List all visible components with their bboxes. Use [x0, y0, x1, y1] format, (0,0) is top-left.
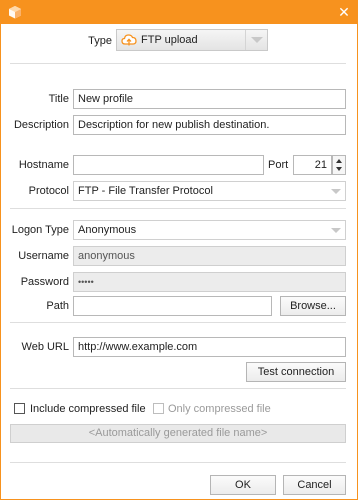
- type-select[interactable]: FTP upload: [116, 29, 268, 51]
- cloud-upload-icon: [121, 34, 137, 46]
- protocol-label: Protocol: [28, 185, 69, 197]
- separator: [10, 208, 346, 209]
- path-input[interactable]: [73, 296, 272, 316]
- title-input[interactable]: New profile: [73, 89, 346, 109]
- box-logo-icon: [9, 6, 21, 19]
- username-label: Username: [18, 250, 69, 262]
- include-compressed-label[interactable]: Include compressed file: [30, 403, 146, 415]
- path-label: Path: [46, 300, 69, 312]
- chevron-down-icon: [331, 228, 341, 233]
- cancel-button[interactable]: Cancel: [283, 475, 346, 495]
- hostname-label: Hostname: [18, 159, 69, 171]
- description-label: Description: [13, 119, 69, 131]
- description-input[interactable]: Description for new publish destination.: [73, 115, 346, 135]
- browse-button[interactable]: Browse...: [280, 296, 346, 316]
- close-button[interactable]: ✕: [334, 2, 354, 22]
- type-dropdown-button[interactable]: [245, 30, 267, 50]
- title-label: Title: [48, 93, 69, 105]
- title-bar: ✕: [0, 0, 358, 24]
- password-input[interactable]: •••••: [73, 272, 346, 292]
- hostname-input[interactable]: [73, 155, 264, 175]
- close-icon: ✕: [338, 4, 350, 20]
- username-input[interactable]: anonymous: [73, 246, 346, 266]
- ok-button[interactable]: OK: [210, 475, 276, 495]
- only-compressed-checkbox: [153, 403, 164, 414]
- logon-type-value: Anonymous: [78, 224, 137, 236]
- separator: [10, 462, 346, 463]
- stepper-down-icon[interactable]: [336, 167, 342, 171]
- stepper-up-icon[interactable]: [336, 159, 342, 163]
- test-connection-button[interactable]: Test connection: [246, 362, 346, 382]
- logon-type-label: Logon Type: [11, 224, 69, 236]
- logon-type-select[interactable]: Anonymous: [73, 220, 346, 240]
- password-label: Password: [20, 276, 69, 288]
- port-input[interactable]: 21: [293, 155, 332, 175]
- protocol-value: FTP - File Transfer Protocol: [78, 185, 213, 197]
- compressed-filename-input: <Automatically generated file name>: [10, 424, 346, 443]
- protocol-select[interactable]: FTP - File Transfer Protocol: [73, 181, 346, 201]
- chevron-down-icon: [251, 37, 263, 43]
- web-url-label: Web URL: [21, 341, 69, 353]
- port-stepper[interactable]: [332, 155, 346, 175]
- window-border-left: [0, 24, 1, 500]
- port-label: Port: [268, 159, 289, 171]
- type-value: FTP upload: [141, 34, 198, 46]
- include-compressed-checkbox[interactable]: [14, 403, 25, 414]
- web-url-input[interactable]: http://www.example.com: [73, 337, 346, 357]
- chevron-down-icon: [331, 189, 341, 194]
- separator: [10, 388, 346, 389]
- separator: [10, 322, 346, 323]
- separator: [10, 63, 346, 64]
- type-label: Type: [88, 35, 112, 47]
- only-compressed-label: Only compressed file: [168, 403, 271, 415]
